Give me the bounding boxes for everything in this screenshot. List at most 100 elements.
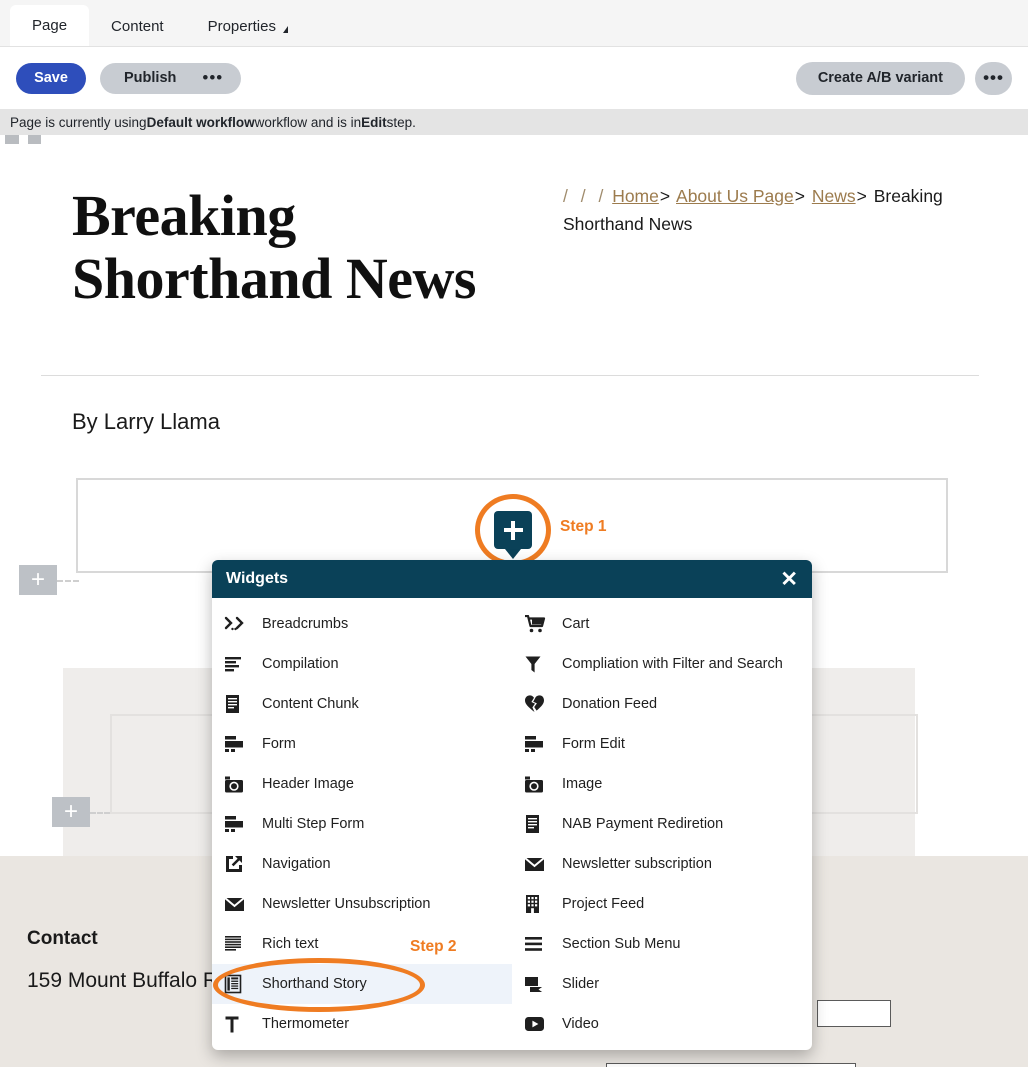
- add-widget-button-left-1[interactable]: +: [19, 565, 57, 595]
- envelope-icon: [224, 892, 252, 916]
- envelope-icon: [524, 852, 552, 876]
- widget-item-breadcrumbs[interactable]: Breadcrumbs: [212, 604, 512, 644]
- widget-item-slider[interactable]: Slider: [512, 964, 812, 1004]
- camera-icon: [524, 772, 552, 796]
- widget-item-donation-feed[interactable]: Donation Feed: [512, 684, 812, 724]
- content-chunk-icon: [524, 812, 552, 836]
- breadcrumb-link-news[interactable]: News: [812, 186, 856, 206]
- shorthand-story-icon: [224, 972, 252, 996]
- content-chunk-icon: [224, 692, 252, 716]
- panel-stub-notch: [19, 135, 28, 144]
- editor-tab-bar: Page Content Properties: [0, 0, 1028, 47]
- zone-connector-2: [90, 812, 110, 814]
- widget-item-image[interactable]: Image: [512, 764, 812, 804]
- widget-item-newsletter-subscription[interactable]: Newsletter subscription: [512, 844, 812, 884]
- workflow-middle: workflow and is in: [254, 114, 362, 130]
- breadcrumb-sep-1: >: [659, 186, 671, 206]
- chevron-down-icon: [282, 26, 288, 33]
- tab-page[interactable]: Page: [10, 5, 90, 46]
- widget-item-compilation-with-filter-and-search[interactable]: Compliation with Filter and Search: [512, 644, 812, 684]
- widget-item-newsletter-unsubscription[interactable]: Newsletter Unsubscription: [212, 884, 512, 924]
- widgets-dialog-title: Widgets: [226, 570, 289, 587]
- action-bar: Save Publish ••• Create A/B variant •••: [0, 47, 1028, 109]
- publish-more-button[interactable]: •••: [198, 63, 241, 94]
- tab-properties[interactable]: Properties: [186, 7, 310, 46]
- widget-label: Slider: [562, 976, 600, 992]
- breadcrumb-link-about-us-page[interactable]: About Us Page: [676, 186, 794, 206]
- widget-item-compilation[interactable]: Compilation: [212, 644, 512, 684]
- footer-input-field-1[interactable]: [817, 1000, 891, 1027]
- building-icon: [524, 892, 552, 916]
- widget-label: Donation Feed: [562, 696, 658, 712]
- widget-item-navigation[interactable]: Navigation: [212, 844, 512, 884]
- widget-item-content-chunk[interactable]: Content Chunk: [212, 684, 512, 724]
- widget-item-rich-text[interactable]: Rich text: [212, 924, 512, 964]
- widget-label: Form Edit: [562, 736, 625, 752]
- widget-item-nab-payment-rediretion[interactable]: NAB Payment Rediretion: [512, 804, 812, 844]
- widgets-column-left: Breadcrumbs Compilation Content Chunk Fo…: [212, 604, 512, 1044]
- widgets-list: Breadcrumbs Compilation Content Chunk Fo…: [212, 598, 812, 1050]
- widget-label: Video: [562, 1016, 599, 1032]
- widget-item-form-edit[interactable]: Form Edit: [512, 724, 812, 764]
- create-ab-variant-button[interactable]: Create A/B variant: [795, 61, 965, 95]
- widget-label: Content Chunk: [262, 696, 359, 712]
- widget-label: Rich text: [262, 936, 319, 952]
- add-widget-button[interactable]: [494, 511, 532, 549]
- breadcrumb-link-home[interactable]: Home: [612, 186, 659, 206]
- cart-icon: [524, 612, 552, 636]
- widget-item-section-sub-menu[interactable]: Section Sub Menu: [512, 924, 812, 964]
- zone-connector-1: [57, 580, 79, 582]
- widget-label: Cart: [562, 616, 590, 632]
- workflow-status-banner: Page is currently using Default workflow…: [0, 109, 1028, 135]
- footer-input-field-2[interactable]: [606, 1063, 856, 1067]
- form-icon: [524, 732, 552, 756]
- breadcrumb: / / / Home> About Us Page> News> Breakin…: [563, 182, 983, 238]
- filter-icon: [524, 652, 552, 676]
- widget-label: Header Image: [262, 776, 354, 792]
- form-icon: [224, 732, 252, 756]
- more-options-button[interactable]: •••: [975, 61, 1012, 95]
- add-widget-button-left-2[interactable]: +: [52, 797, 90, 827]
- widget-item-multi-step-form[interactable]: Multi Step Form: [212, 804, 512, 844]
- widgets-column-right: Cart Compliation with Filter and Search …: [512, 604, 812, 1044]
- contact-heading: Contact: [27, 928, 98, 949]
- slider-icon: [524, 972, 552, 996]
- widget-item-video[interactable]: Video: [512, 1004, 812, 1044]
- video-icon: [524, 1012, 552, 1036]
- dialog-pointer-caret: [505, 549, 521, 559]
- thermometer-icon: [224, 1012, 252, 1036]
- workflow-prefix: Page is currently using: [10, 114, 147, 130]
- tab-content[interactable]: Content: [89, 7, 186, 46]
- widget-item-thermometer[interactable]: Thermometer: [212, 1004, 512, 1044]
- close-icon[interactable]: ✕: [780, 569, 798, 590]
- title-divider: [41, 375, 979, 376]
- widget-item-cart[interactable]: Cart: [512, 604, 812, 644]
- compilation-icon: [224, 652, 252, 676]
- widget-label: Newsletter subscription: [562, 856, 712, 872]
- breadcrumb-slashes: / / /: [563, 186, 608, 206]
- page-title: Breaking Shorthand News: [72, 183, 476, 312]
- hamburger-icon: [524, 932, 552, 956]
- tab-content-label: Content: [111, 18, 164, 35]
- widget-label: NAB Payment Rediretion: [562, 816, 724, 832]
- widget-label: Breadcrumbs: [262, 616, 349, 632]
- save-button[interactable]: Save: [16, 62, 86, 94]
- widget-item-form[interactable]: Form: [212, 724, 512, 764]
- widgets-dialog-header: Widgets ✕: [212, 560, 812, 598]
- widget-label: Form: [262, 736, 296, 752]
- widget-item-project-feed[interactable]: Project Feed: [512, 884, 812, 924]
- widget-item-header-image[interactable]: Header Image: [212, 764, 512, 804]
- step2-label: Step 2: [410, 938, 457, 955]
- widget-label: Project Feed: [562, 896, 645, 912]
- widget-label: Section Sub Menu: [562, 936, 681, 952]
- widget-label: Image: [562, 776, 603, 792]
- publish-button[interactable]: Publish: [100, 63, 198, 94]
- breadcrumbs-icon: [224, 612, 252, 636]
- action-bar-right: Create A/B variant •••: [795, 61, 1012, 95]
- widget-item-shorthand-story[interactable]: Shorthand Story: [212, 964, 512, 1004]
- widget-label: Shorthand Story: [262, 976, 367, 992]
- workflow-name: Default workflow: [146, 114, 255, 130]
- breadcrumb-sep-2: >: [794, 186, 805, 206]
- widget-label: Newsletter Unsubscription: [262, 896, 431, 912]
- camera-icon: [224, 772, 252, 796]
